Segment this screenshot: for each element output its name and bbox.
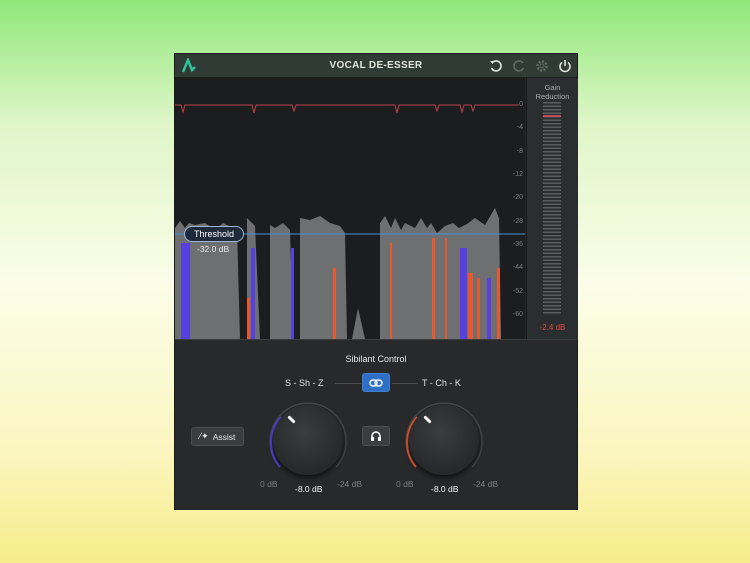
listen-button[interactable] xyxy=(362,426,390,446)
scale-tick: -28 xyxy=(512,218,523,225)
left-band-label: S - Sh - Z xyxy=(285,378,324,388)
meter-level xyxy=(543,115,561,117)
spectrum-display[interactable]: Threshold -32.0 dB xyxy=(175,78,525,339)
gain-reduction-value: -2.4 dB xyxy=(539,323,566,332)
scale-tick: -60 xyxy=(512,311,523,318)
meter-segments xyxy=(543,102,561,314)
gain-reduction-label: Gain Reduction xyxy=(527,83,578,101)
redo-icon[interactable] xyxy=(511,58,527,74)
db-scale: 0 -4 -8 -12 -20 -28 -36 -44 -52 -60 xyxy=(501,78,527,339)
scale-tick: -12 xyxy=(512,171,523,178)
magic-wand-icon: ⁄✦ xyxy=(199,431,209,441)
scale-tick: -8 xyxy=(516,148,523,155)
undo-icon[interactable] xyxy=(488,58,504,74)
t-ch-k-knob[interactable] xyxy=(409,405,479,475)
scale-tick: -20 xyxy=(512,194,523,201)
right-knob-value: -8.0 dB xyxy=(431,484,459,494)
right-band-label: T - Ch - K xyxy=(422,378,461,388)
gain-reduction-trace xyxy=(175,104,519,114)
spectrum-graph xyxy=(175,104,525,339)
headphones-icon xyxy=(371,431,381,441)
threshold-handle[interactable]: Threshold xyxy=(184,226,245,242)
scale-tick: 0 xyxy=(519,101,523,108)
left-knob-min: 0 dB xyxy=(260,479,278,489)
sibilant-controls: Sibilant Control S - Sh - Z T - Ch - K ⁄… xyxy=(175,339,577,510)
left-knob-value: -8.0 dB xyxy=(295,484,323,494)
scale-tick: -44 xyxy=(512,264,523,271)
right-knob-min: 0 dB xyxy=(396,479,414,489)
header: VOCAL DE-ESSER xyxy=(175,54,577,78)
scale-tick: -36 xyxy=(512,241,523,248)
assist-button[interactable]: ⁄✦ Assist xyxy=(191,427,244,446)
section-title: Sibilant Control xyxy=(345,354,407,364)
label-line: Gain xyxy=(544,83,561,92)
settings-icon[interactable] xyxy=(534,58,550,74)
link-button[interactable] xyxy=(362,373,390,392)
right-knob-max: -24 dB xyxy=(473,479,499,489)
power-icon[interactable] xyxy=(557,58,573,74)
gain-reduction-meter: Gain Reduction -2.4 dB xyxy=(526,78,578,339)
scale-tick: -52 xyxy=(512,288,523,295)
vocal-de-esser-plugin: VOCAL DE-ESSER Threshold -32.0 dB 0 -4 -… xyxy=(174,53,578,510)
label-line: Reduction xyxy=(535,92,570,101)
s-sh-z-knob[interactable] xyxy=(273,405,343,475)
threshold-value: -32.0 dB xyxy=(197,244,230,254)
scale-tick: -4 xyxy=(516,124,523,131)
left-knob-max: -24 dB xyxy=(337,479,363,489)
assist-label: Assist xyxy=(212,431,236,442)
link-icon xyxy=(369,378,383,387)
